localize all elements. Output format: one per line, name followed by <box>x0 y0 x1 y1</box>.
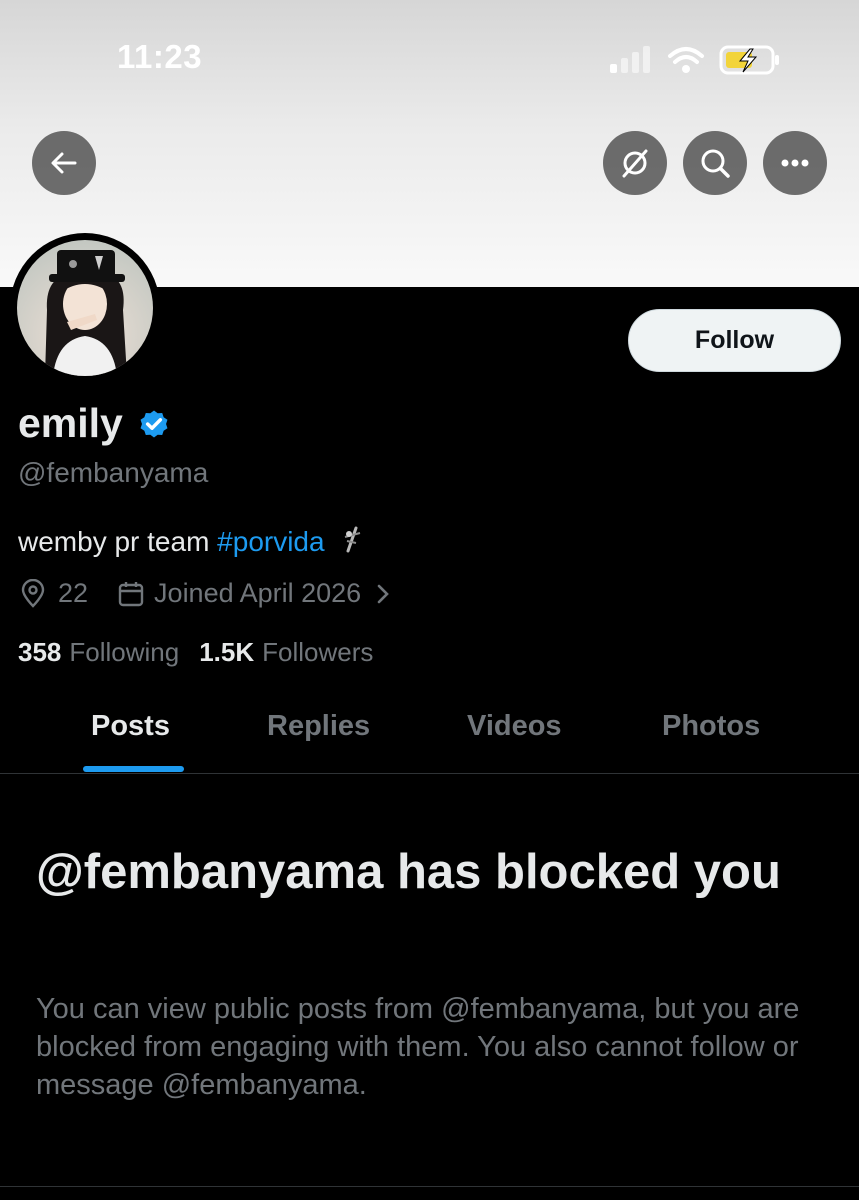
display-name-text: emily <box>18 400 123 446</box>
follow-button[interactable]: Follow <box>628 309 841 372</box>
display-name: emily <box>18 400 171 447</box>
divider <box>0 1186 859 1187</box>
status-time: 11:23 <box>117 38 203 75</box>
spurs-emoji-icon <box>345 526 361 553</box>
blocked-message: You can view public posts from @fembanya… <box>36 993 800 1101</box>
chevron-right-icon[interactable] <box>371 582 395 606</box>
profile-bio: wemby pr team #porvida <box>18 525 366 558</box>
avatar-image <box>17 240 153 376</box>
location-text: 22 <box>58 578 89 608</box>
back-arrow-icon <box>51 152 77 174</box>
back-button[interactable] <box>32 131 96 195</box>
profile-tabs: Posts Replies Videos Photos <box>0 700 859 774</box>
blocked-title: @fembanyama has blocked you <box>36 845 781 899</box>
bio-text: wemby pr team <box>18 526 218 557</box>
more-icon <box>781 159 809 167</box>
profile-banner: 11:23 <box>0 0 859 287</box>
search-icon <box>701 149 730 178</box>
tab-posts[interactable]: Posts <box>91 710 170 743</box>
followers-label: Followers <box>262 637 374 667</box>
bio-hashtag-link[interactable]: #porvida <box>217 526 324 557</box>
grok-icon <box>622 149 648 178</box>
verified-badge-icon <box>140 410 168 437</box>
following-count: 358 <box>18 637 62 667</box>
more-button[interactable] <box>763 131 827 195</box>
calendar-icon <box>118 581 144 606</box>
grok-button[interactable] <box>603 131 667 195</box>
location-pin-icon <box>21 578 45 608</box>
status-icons <box>610 45 779 75</box>
search-button[interactable] <box>683 131 747 195</box>
joined-text: Joined April 2026 <box>154 578 362 608</box>
profile-meta: 22 Joined April 2026 <box>18 578 395 609</box>
tab-videos[interactable]: Videos <box>467 710 562 743</box>
active-tab-indicator <box>83 766 184 772</box>
tab-photos[interactable]: Photos <box>662 710 760 743</box>
follow-stats: 358 Following 1.5K Followers <box>18 637 373 668</box>
tab-replies[interactable]: Replies <box>267 710 370 743</box>
following-label: Following <box>69 637 180 667</box>
profile-handle: @fembanyama <box>18 457 209 488</box>
followers-stat[interactable]: 1.5K Followers <box>199 637 373 668</box>
avatar[interactable] <box>10 233 160 383</box>
following-stat[interactable]: 358 Following <box>18 637 179 668</box>
followers-count: 1.5K <box>199 637 255 667</box>
